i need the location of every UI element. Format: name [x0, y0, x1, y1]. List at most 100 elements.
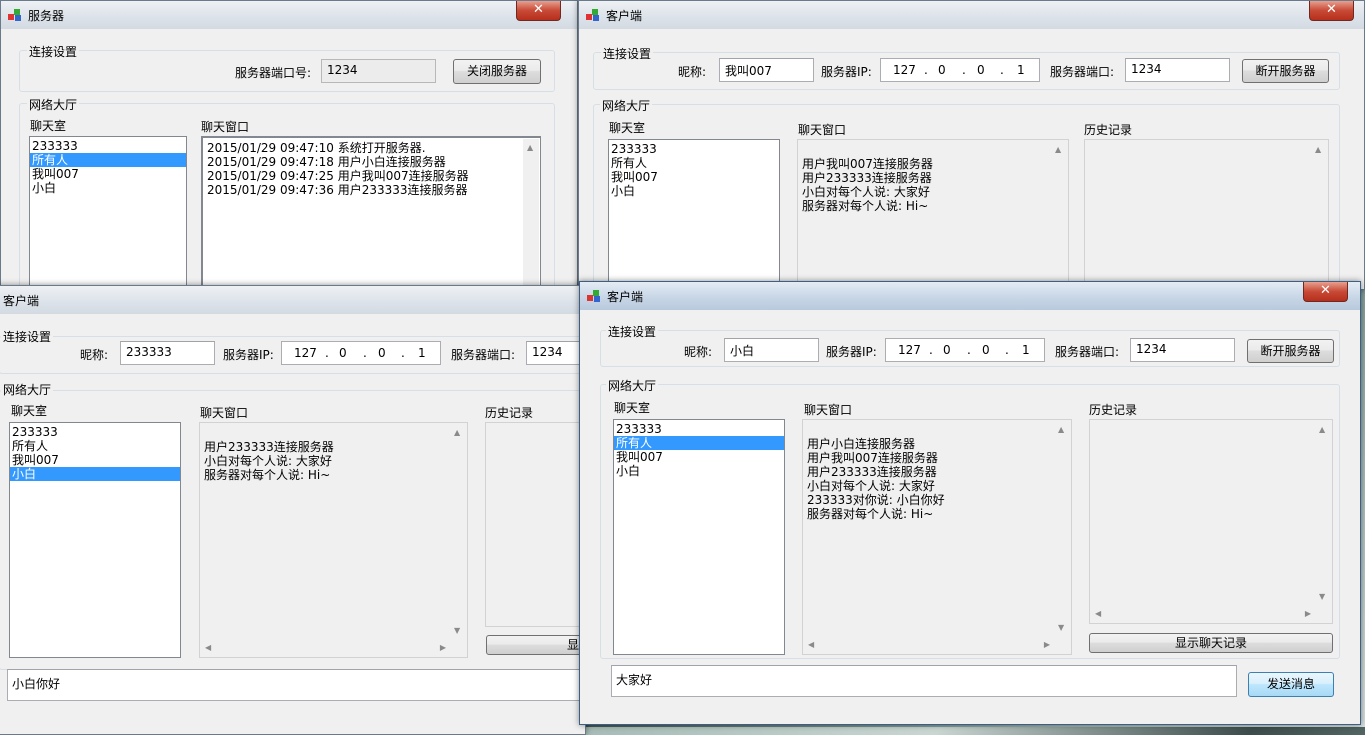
- close-button[interactable]: ✕: [1309, 1, 1354, 21]
- server-ip-label: 服务器IP:: [826, 345, 877, 359]
- chat-hscrollbar[interactable]: ◀ ▶: [804, 637, 1054, 653]
- user-list-item[interactable]: 小白: [614, 464, 784, 478]
- ip-dot: .: [929, 343, 933, 357]
- user-list-item[interactable]: 小白: [30, 181, 186, 195]
- scroll-left-icon[interactable]: ◀: [205, 643, 211, 653]
- user-list-item[interactable]: 233333: [614, 422, 784, 436]
- client-window-xiaobai: 客户端 ✕ 连接设置 昵称: 小白 服务器IP: 127 . 0 . 0 . 1…: [579, 281, 1361, 725]
- user-list-item[interactable]: 所有人: [10, 439, 180, 453]
- chat-window[interactable]: 用户我叫007连接服务器 用户233333连接服务器 小白对每个人说: 大家好 …: [797, 139, 1069, 299]
- user-list[interactable]: 233333 所有人 我叫007 小白: [9, 422, 181, 658]
- server-titlebar[interactable]: 服务器 ✕: [1, 1, 577, 29]
- user-list-item[interactable]: 我叫007: [30, 167, 186, 181]
- chat-message: 用户小白连接服务器: [807, 437, 916, 451]
- server-port-label: 服务器端口:: [1050, 65, 1115, 79]
- user-list-item[interactable]: 我叫007: [609, 170, 779, 184]
- server-port-label: 服务器端口:: [1055, 345, 1120, 359]
- app-icon: [8, 9, 21, 21]
- user-list-item[interactable]: 我叫007: [10, 453, 180, 467]
- server-ip-field[interactable]: 127 . 0 . 0 . 1: [880, 58, 1040, 82]
- scroll-right-icon[interactable]: ▶: [1044, 640, 1050, 650]
- history-window[interactable]: ▲: [1084, 139, 1329, 299]
- chat-scrollbar[interactable]: ▲: [1051, 141, 1067, 297]
- message-input[interactable]: 小白你好: [7, 669, 597, 701]
- chat-window[interactable]: 用户233333连接服务器 小白对每个人说: 大家好 服务器对每个人说: Hi~…: [199, 422, 468, 658]
- user-list-item[interactable]: 233333: [609, 142, 779, 156]
- chat-window[interactable]: 用户小白连接服务器 用户我叫007连接服务器 用户233333连接服务器 小白对…: [802, 419, 1072, 655]
- show-history-button[interactable]: 显示聊天记录: [1089, 633, 1333, 653]
- user-list-item[interactable]: 233333: [30, 139, 186, 153]
- server-ip-field[interactable]: 127 . 0 . 0 . 1: [885, 338, 1045, 362]
- server-port-field[interactable]: 1234: [1130, 338, 1235, 362]
- scroll-down-icon[interactable]: ▼: [1319, 592, 1325, 602]
- lobby-legend: 网络大厅: [27, 96, 80, 113]
- chat-vscrollbar[interactable]: ▲ ▼: [450, 424, 466, 640]
- chat-message: 用户我叫007连接服务器: [807, 451, 938, 465]
- close-button[interactable]: ✕: [516, 1, 561, 21]
- user-list[interactable]: 233333 所有人 我叫007 小白: [613, 419, 785, 655]
- port-field[interactable]: 1234: [321, 59, 436, 83]
- history-hscrollbar[interactable]: ◀ ▶: [1091, 606, 1315, 622]
- scroll-up-icon[interactable]: ▲: [1055, 145, 1061, 155]
- close-icon: ✕: [533, 2, 544, 17]
- chat-message: 用户我叫007连接服务器: [802, 157, 933, 171]
- chat-vscrollbar[interactable]: ▲ ▼: [1054, 421, 1070, 637]
- nickname-field[interactable]: 小白: [724, 338, 819, 362]
- user-list-item-selected[interactable]: 所有人: [30, 153, 186, 167]
- window-title: 客户端: [3, 294, 40, 308]
- send-button[interactable]: 发送消息: [1248, 672, 1334, 697]
- scroll-up-icon[interactable]: ▲: [1319, 425, 1325, 435]
- nickname-field[interactable]: 我叫007: [719, 58, 814, 82]
- scroll-corner: [450, 640, 466, 656]
- user-list-item[interactable]: 我叫007: [614, 450, 784, 464]
- chat-window-label: 聊天窗口: [798, 123, 847, 137]
- history-window[interactable]: ▲ ▼ ◀ ▶: [1089, 419, 1333, 624]
- close-server-button[interactable]: 关闭服务器: [453, 59, 541, 84]
- scroll-right-icon[interactable]: ▶: [1305, 609, 1311, 619]
- client-titlebar[interactable]: 客户端 ✕: [579, 1, 1364, 29]
- history-vscrollbar[interactable]: ▲ ▼: [1315, 421, 1331, 606]
- chat-message: 用户233333连接服务器: [204, 440, 334, 454]
- scroll-up-icon[interactable]: ▲: [454, 428, 460, 438]
- client-titlebar[interactable]: 客户端: [0, 286, 585, 314]
- chat-hscrollbar[interactable]: ◀ ▶: [201, 640, 450, 656]
- scroll-down-icon[interactable]: ▼: [1058, 623, 1064, 633]
- user-list-item[interactable]: 233333: [10, 425, 180, 439]
- log-line: 2015/01/29 09:47:10 系统打开服务器.: [207, 141, 426, 155]
- user-list-item[interactable]: 小白: [609, 184, 779, 198]
- server-port-field[interactable]: 1234: [1125, 58, 1230, 82]
- user-list-item[interactable]: 所有人: [609, 156, 779, 170]
- user-list[interactable]: 233333 所有人 我叫007 小白: [29, 136, 187, 296]
- scroll-left-icon[interactable]: ◀: [808, 640, 814, 650]
- message-input[interactable]: 大家好: [611, 665, 1237, 697]
- ip-dot: .: [325, 346, 329, 360]
- user-list[interactable]: 233333 所有人 我叫007 小白: [608, 139, 780, 299]
- port-label: 服务器端口号:: [235, 66, 312, 80]
- connection-settings-legend: 连接设置: [601, 45, 654, 62]
- disconnect-button[interactable]: 断开服务器: [1247, 339, 1334, 363]
- lobby-legend: 网络大厅: [600, 97, 653, 114]
- user-list-item-selected[interactable]: 小白: [10, 467, 180, 481]
- scroll-up-icon[interactable]: ▲: [1315, 145, 1321, 155]
- nickname-field[interactable]: 233333: [120, 341, 215, 365]
- history-label: 历史记录: [1089, 403, 1138, 417]
- scroll-down-icon[interactable]: ▼: [454, 626, 460, 636]
- user-list-item-selected[interactable]: 所有人: [614, 436, 784, 450]
- server-ip-field[interactable]: 127 . 0 . 0 . 1: [281, 341, 441, 365]
- scroll-left-icon[interactable]: ◀: [1095, 609, 1101, 619]
- disconnect-button[interactable]: 断开服务器: [1242, 59, 1329, 83]
- history-scrollbar[interactable]: ▲: [1311, 141, 1327, 297]
- close-button[interactable]: ✕: [1303, 282, 1348, 302]
- server-log[interactable]: 2015/01/29 09:47:10 系统打开服务器. 2015/01/29 …: [201, 136, 541, 296]
- chat-message: 服务器对每个人说: Hi~: [204, 468, 331, 482]
- log-line: 2015/01/29 09:47:36 用户233333连接服务器: [207, 183, 468, 197]
- log-scrollbar[interactable]: ▲: [523, 139, 539, 294]
- server-ip-label: 服务器IP:: [821, 65, 872, 79]
- server-port-field[interactable]: 1234: [526, 341, 586, 365]
- scroll-up-icon[interactable]: ▲: [527, 143, 533, 153]
- client-titlebar[interactable]: 客户端 ✕: [580, 282, 1360, 310]
- client-window-007: 客户端 ✕ 连接设置 昵称: 我叫007 服务器IP: 127 . 0 . 0 …: [578, 0, 1365, 304]
- scroll-right-icon[interactable]: ▶: [440, 643, 446, 653]
- chat-message: 233333对你说: 小白你好: [807, 493, 945, 507]
- scroll-up-icon[interactable]: ▲: [1058, 425, 1064, 435]
